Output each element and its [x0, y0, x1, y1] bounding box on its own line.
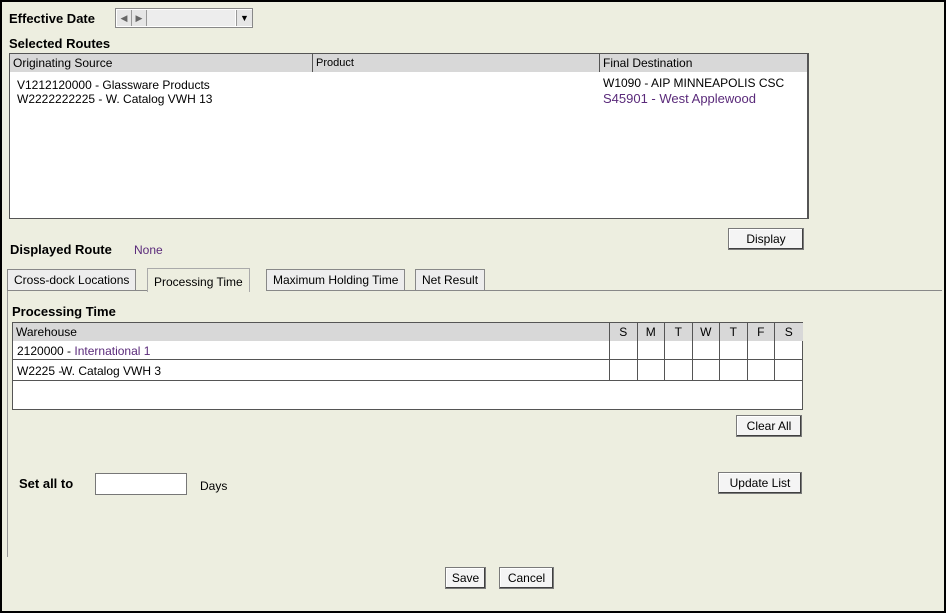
set-all-input[interactable] — [95, 473, 187, 495]
column-header-product: Product — [313, 54, 600, 72]
effective-date-select[interactable]: ◀ ▶ ▼ — [115, 8, 253, 28]
day-cell[interactable] — [610, 360, 638, 381]
column-header-originating-source: Originating Source — [10, 54, 313, 72]
table-row[interactable]: V1212120000 - Glassware Products — [17, 78, 210, 92]
table-row[interactable]: W2225 - W. Catalog VWH 3 — [13, 360, 610, 381]
tab-divider — [266, 290, 942, 291]
day-cell[interactable] — [720, 341, 748, 360]
day-header: T — [665, 323, 693, 341]
day-cell[interactable] — [775, 341, 803, 360]
day-cell[interactable] — [665, 341, 693, 360]
panel-left-border — [7, 291, 8, 557]
display-button[interactable]: Display — [728, 228, 804, 250]
day-cell[interactable] — [747, 341, 775, 360]
tab-maximum-holding-time[interactable]: Maximum Holding Time — [266, 269, 406, 290]
tab-net-result[interactable]: Net Result — [415, 269, 486, 290]
effective-date-label: Effective Date — [9, 11, 95, 26]
clear-all-button[interactable]: Clear All — [736, 415, 802, 437]
day-cell[interactable] — [747, 360, 775, 381]
day-cell[interactable] — [692, 360, 720, 381]
chevron-down-icon[interactable]: ▼ — [236, 10, 252, 26]
day-cell[interactable] — [637, 341, 665, 360]
processing-time-table: Warehouse SMTWTFS 2120000 - Internationa… — [12, 322, 803, 410]
day-header: S — [775, 323, 803, 341]
tab-divider — [7, 290, 147, 291]
days-unit-label: Days — [200, 479, 228, 493]
displayed-route-value: None — [134, 243, 163, 257]
route-destination: W1090 - AIP MINNEAPOLIS CSC — [603, 76, 785, 90]
column-header-final-destination: Final Destination — [600, 54, 807, 72]
route-source: V1212120000 - Glassware Products — [17, 78, 210, 92]
day-header: F — [747, 323, 775, 341]
day-cell[interactable] — [610, 341, 638, 360]
displayed-route-label: Displayed Route — [10, 242, 112, 257]
selected-routes-title: Selected Routes — [9, 36, 111, 51]
tab-cross-dock-locations[interactable]: Cross-dock Locations — [7, 269, 137, 290]
day-cell[interactable] — [665, 360, 693, 381]
day-cell[interactable] — [637, 360, 665, 381]
route-destination: S45901 - West Applewood — [603, 91, 756, 106]
day-header: W — [692, 323, 720, 341]
table-row[interactable]: W2222222225 - W. Catalog VWH 13 — [17, 92, 212, 106]
column-header-warehouse: Warehouse — [13, 323, 610, 341]
app-window: Effective Date ◀ ▶ ▼ Selected Routes Ori… — [0, 0, 946, 613]
day-cell[interactable] — [692, 341, 720, 360]
day-header: M — [637, 323, 665, 341]
update-list-button[interactable]: Update List — [718, 472, 802, 494]
save-button[interactable]: Save — [445, 567, 486, 589]
selected-routes-table: Originating Source Product Final Destina… — [9, 53, 809, 219]
route-source: W2222222225 - W. Catalog VWH 13 — [17, 92, 213, 106]
warehouse-entry: W2225 - — [17, 364, 63, 378]
processing-time-title: Processing Time — [12, 304, 116, 319]
effective-date-value — [147, 10, 235, 26]
warehouse-entry: 2120000 - International 1 — [17, 344, 151, 358]
tab-processing-time[interactable]: Processing Time — [147, 268, 250, 292]
scroll-left-icon[interactable]: ◀ — [117, 10, 132, 26]
day-cell[interactable] — [720, 360, 748, 381]
table-row[interactable]: 2120000 - International 1 — [13, 341, 610, 360]
scroll-right-icon[interactable]: ▶ — [132, 10, 147, 26]
day-cell[interactable] — [775, 360, 803, 381]
set-all-label: Set all to — [19, 476, 74, 491]
day-header: T — [720, 323, 748, 341]
cancel-button[interactable]: Cancel — [499, 567, 554, 589]
day-header: S — [610, 323, 638, 341]
